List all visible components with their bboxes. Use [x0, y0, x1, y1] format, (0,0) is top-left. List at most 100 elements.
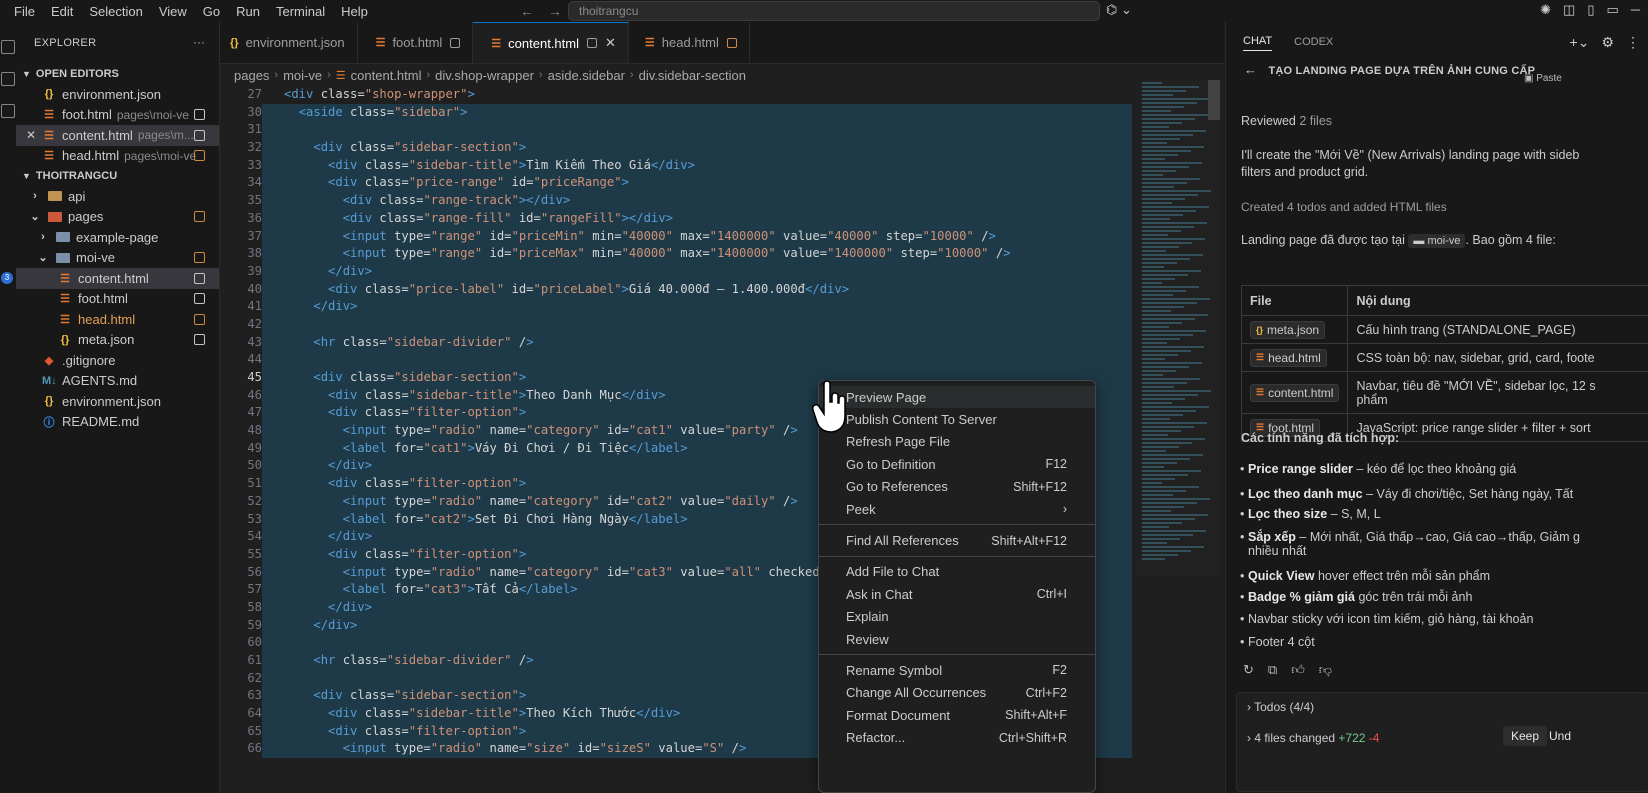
context-menu-item[interactable]: Go to Definition F12	[819, 453, 1095, 475]
close-icon[interactable]: ✕	[605, 35, 616, 51]
menu-run[interactable]: Run	[228, 4, 268, 19]
tab-chat[interactable]: CHAT	[1243, 35, 1273, 51]
tree-file-meta[interactable]: {} meta.json	[16, 330, 219, 351]
tab-content-html[interactable]: ☰ content.html ✕	[473, 22, 629, 63]
menu-view[interactable]: View	[151, 4, 195, 19]
code-line[interactable]: 41 </div>	[220, 298, 1132, 316]
context-menu-item[interactable]: Format Document Shift+Alt+F	[819, 704, 1095, 726]
context-menu-item[interactable]: Publish Content To Server	[819, 408, 1095, 430]
tab-codex[interactable]: CODEX	[1294, 36, 1333, 51]
open-editor-item[interactable]: ☰ foot.html pages\moi-ve	[16, 105, 219, 126]
tab-environment-json[interactable]: {} environment.json	[220, 22, 358, 63]
back-arrow-icon[interactable]: ←	[1244, 62, 1257, 77]
search-icon[interactable]	[1, 72, 15, 86]
gear-icon[interactable]: ⚙	[1601, 34, 1614, 51]
breadcrumb-item[interactable]: pages	[234, 68, 269, 83]
tree-file-content[interactable]: ☰ content.html	[16, 268, 219, 289]
explorer-icon[interactable]	[1, 40, 15, 54]
command-center-search[interactable]: thoitrangcu	[568, 1, 1100, 21]
tab-foot-html[interactable]: ☰ foot.html	[358, 22, 474, 63]
context-menu-item[interactable]: Add File to Chat	[819, 561, 1095, 583]
minimize-icon[interactable]: ─	[1631, 2, 1640, 18]
source-control-icon[interactable]	[1, 104, 15, 118]
paste-attachment[interactable]: ▣ Paste	[1524, 73, 1562, 84]
code-line[interactable]: 34 <div class="price-range" id="priceRan…	[220, 174, 1132, 193]
code-line[interactable]: 43 <hr class="sidebar-divider" />	[220, 333, 1132, 352]
todos-toggle[interactable]: › Todos (4/4)	[1247, 700, 1314, 714]
menu-help[interactable]: Help	[333, 4, 376, 19]
back-arrow-icon[interactable]: ←	[520, 3, 534, 19]
menu-go[interactable]: Go	[195, 4, 228, 19]
files-changed-toggle[interactable]: › 4 files changed +722 -4	[1247, 731, 1379, 745]
vertical-scrollbar[interactable]	[1208, 80, 1220, 120]
context-menu-item[interactable]: Find All References Shift+Alt+F12	[819, 529, 1095, 551]
menu-file[interactable]: File	[6, 4, 43, 19]
file-chip[interactable]: ☰ content.html	[1250, 383, 1340, 402]
openai-icon[interactable]: ✺	[1540, 2, 1551, 18]
copilot-icon[interactable]: ⌬ ⌄	[1106, 2, 1132, 18]
code-line[interactable]: 33 <div class="sidebar-title">Tìm Kiếm T…	[220, 156, 1132, 175]
new-chat-icon[interactable]: +⌄	[1570, 34, 1590, 51]
code-line[interactable]: 31	[220, 121, 1132, 140]
tree-file-gitignore[interactable]: ◆ .gitignore	[16, 350, 219, 371]
layout-editor-icon[interactable]: ◫	[1563, 2, 1575, 18]
folder-chip[interactable]: ▬ moi-ve	[1408, 234, 1466, 248]
menu-edit[interactable]: Edit	[43, 4, 81, 19]
copy-icon[interactable]: ⧉	[1268, 662, 1277, 678]
code-line[interactable]: 27 <div class="shop-wrapper">	[220, 86, 1132, 104]
thumbs-down-icon[interactable]: 👎︎	[1319, 662, 1332, 678]
code-line[interactable]: 36 <div class="range-fill" id="rangeFill…	[220, 209, 1132, 228]
code-line[interactable]: 44	[220, 351, 1132, 369]
context-menu-item[interactable]: Refresh Page File	[819, 431, 1095, 453]
context-menu-item[interactable]: Rename Symbol F2	[819, 659, 1095, 681]
file-chip[interactable]: {} meta.json	[1250, 320, 1326, 339]
open-editor-item[interactable]: ☰ head.html pages\moi-ve	[16, 146, 219, 167]
tree-file-readme[interactable]: ⓘ README.md	[16, 412, 219, 433]
tree-folder-api[interactable]: › api	[16, 186, 219, 207]
code-line[interactable]: 32 <div class="sidebar-section">	[220, 139, 1132, 157]
close-icon[interactable]: ✕	[26, 128, 36, 142]
context-menu-item[interactable]: Peek ›	[819, 498, 1095, 520]
retry-icon[interactable]: ↻	[1243, 662, 1254, 678]
tab-head-html[interactable]: ☰ head.html	[629, 22, 750, 63]
file-chip[interactable]: ☰ head.html	[1250, 348, 1327, 367]
open-editor-item[interactable]: ✕ ☰ content.html pages\m...	[16, 125, 219, 146]
more-actions-icon[interactable]: ⋮	[1626, 34, 1640, 51]
breadcrumb-item[interactable]: content.html	[351, 68, 422, 83]
tree-folder-example-page[interactable]: › example-page	[16, 227, 219, 248]
breadcrumb-item[interactable]: div.shop-wrapper	[435, 68, 534, 83]
code-line[interactable]: 37 <input type="range" id="priceMin" min…	[220, 227, 1132, 246]
code-line[interactable]: 35 <div class="range-track"></div>	[220, 192, 1132, 210]
toggle-panel-icon[interactable]: ▯	[1587, 2, 1594, 18]
breadcrumb-item[interactable]: aside.sidebar	[548, 68, 625, 83]
code-line[interactable]: 42	[220, 315, 1132, 334]
tree-file-environment[interactable]: {} environment.json	[16, 391, 219, 412]
more-actions-icon[interactable]: ···	[193, 37, 205, 49]
keep-button[interactable]: Keep	[1503, 726, 1548, 746]
tree-folder-pages[interactable]: ⌄ pages	[16, 207, 219, 228]
code-line[interactable]: 40 <div class="price-label" id="priceLab…	[220, 280, 1132, 299]
tree-file-agents[interactable]: M↓ AGENTS.md	[16, 371, 219, 392]
toggle-sidebar-icon[interactable]: ▭	[1606, 2, 1618, 18]
minimap-slider[interactable]	[1136, 80, 1220, 576]
context-menu-item[interactable]: Preview Page	[819, 386, 1095, 409]
menu-terminal[interactable]: Terminal	[268, 4, 333, 19]
context-menu-item[interactable]: Refactor... Ctrl+Shift+R	[819, 726, 1095, 748]
tree-folder-moi-ve[interactable]: ⌄ moi-ve	[16, 248, 219, 269]
context-menu-item[interactable]: Go to References Shift+F12	[819, 476, 1095, 498]
open-editors-header[interactable]: ▼ OPEN EDITORS	[16, 64, 219, 84]
breadcrumb-item[interactable]: moi-ve	[283, 68, 322, 83]
forward-arrow-icon[interactable]: →	[548, 3, 562, 19]
context-menu-item[interactable]: Ask in Chat Ctrl+I	[819, 583, 1095, 605]
code-line[interactable]: 30 <aside class="sidebar">	[220, 103, 1132, 122]
tree-file-foot[interactable]: ☰ foot.html	[16, 289, 219, 310]
breadcrumb-item[interactable]: div.sidebar-section	[639, 68, 746, 83]
menu-selection[interactable]: Selection	[81, 4, 150, 19]
context-menu-item[interactable]: Explain	[819, 606, 1095, 628]
code-line[interactable]: 39 </div>	[220, 262, 1132, 281]
thumbs-up-icon[interactable]: 👍︎	[1291, 662, 1305, 678]
open-editor-item[interactable]: {} environment.json	[16, 84, 219, 105]
minimap[interactable]	[1136, 80, 1220, 576]
undo-button[interactable]: Und	[1549, 729, 1571, 743]
code-line[interactable]: 38 <input type="range" id="priceMax" min…	[220, 245, 1132, 263]
